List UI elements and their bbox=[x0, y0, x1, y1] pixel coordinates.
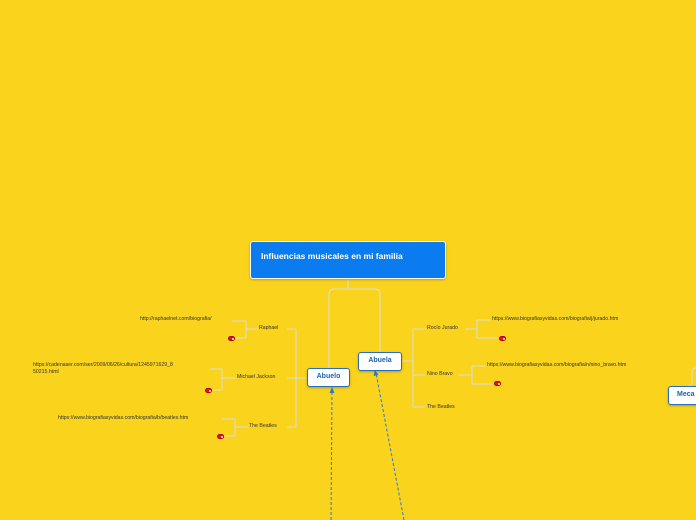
node-abuelo-label: Abuelo bbox=[316, 373, 341, 380]
link-raphael[interactable]: http://raphaelnet.com/biografia/ bbox=[140, 316, 212, 323]
badge-icon[interactable] bbox=[205, 388, 212, 393]
link-michael-jackson-line1: https://cadenaser.com/ser/2009/06/26/cul… bbox=[33, 362, 173, 368]
connector-beatles-link bbox=[222, 418, 248, 437]
link-michael-jackson-line2: 50215.html bbox=[33, 368, 59, 375]
node-abuela[interactable]: Abuela bbox=[358, 352, 402, 371]
connector-raphael-link bbox=[232, 320, 258, 339]
central-topic[interactable]: Influencias musicales en mi familia bbox=[250, 241, 446, 279]
connector-abuela-children bbox=[402, 328, 425, 408]
connector-meca bbox=[687, 367, 696, 387]
badge-icon[interactable] bbox=[494, 381, 501, 386]
node-meca[interactable]: Meca bbox=[668, 386, 696, 405]
badge-icon[interactable] bbox=[228, 336, 235, 341]
node-abuelo[interactable]: Abuelo bbox=[307, 368, 350, 387]
dashed-relation-abuela bbox=[375, 372, 405, 520]
subtopic-the-beatles-abuela[interactable]: The Beatles bbox=[427, 404, 455, 411]
badge-icon[interactable] bbox=[217, 434, 224, 439]
subtopic-rocio-jurado[interactable]: Rocío Jurado bbox=[427, 325, 458, 332]
subtopic-raphael[interactable]: Raphael bbox=[259, 325, 278, 332]
connector-root-abuela bbox=[348, 288, 381, 352]
connector-nino-link bbox=[459, 365, 493, 385]
link-rocio-jurado[interactable]: https://www.biografiasyvidas.com/biograf… bbox=[492, 316, 618, 323]
connector-abuelo-children bbox=[287, 328, 307, 428]
node-abuela-label: Abuela bbox=[368, 357, 392, 364]
connector-rocio-link bbox=[465, 319, 498, 339]
connector-michael-link bbox=[210, 368, 236, 391]
link-michael-jackson[interactable]: https://cadenaser.com/ser/2009/06/26/cul… bbox=[33, 362, 173, 375]
subtopic-michael-jackson[interactable]: Michael Jackson bbox=[237, 374, 275, 381]
link-nino-bravo[interactable]: https://www.biografiasyvidas.com/biograf… bbox=[487, 362, 626, 369]
central-topic-title: Influencias musicales en mi familia bbox=[261, 251, 403, 261]
node-meca-label: Meca bbox=[677, 391, 695, 398]
dashed-relation-abuelo bbox=[330, 389, 333, 520]
subtopic-nino-bravo[interactable]: Nino Bravo bbox=[427, 371, 453, 378]
arrowhead-abuelo bbox=[329, 387, 335, 393]
link-the-beatles-abuelo[interactable]: https://www.biografiasyvidas.com/biograf… bbox=[58, 415, 188, 422]
badge-icon[interactable] bbox=[499, 336, 506, 341]
subtopic-the-beatles-abuelo[interactable]: The Beatles bbox=[249, 423, 277, 430]
connector-root-abuelo bbox=[328, 279, 349, 368]
